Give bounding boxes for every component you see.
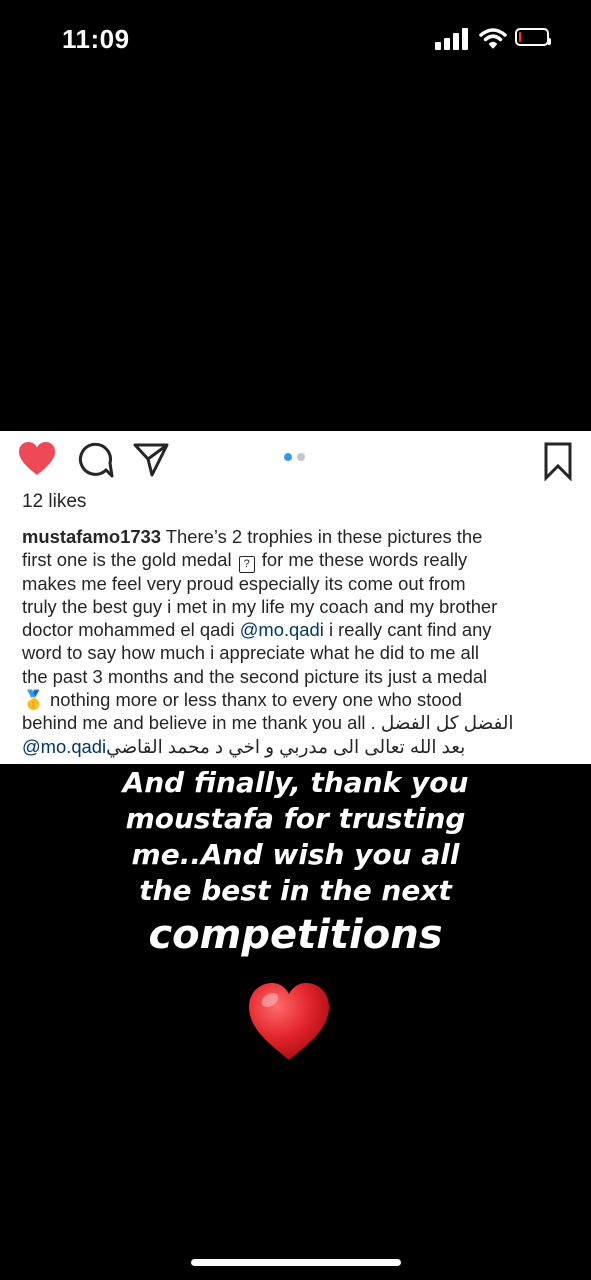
mention-link[interactable]: @mo.qadi — [22, 736, 106, 757]
story-text-line: And finally, thank you — [122, 766, 469, 799]
caption-line: first one is the gold medal ? for me the… — [22, 548, 577, 574]
paper-plane-icon — [133, 443, 169, 477]
caption-line: makes me feel very proud especially its … — [22, 572, 466, 594]
caption-text: first one is the gold medal — [22, 549, 237, 571]
cellular-signal-icon — [435, 26, 469, 50]
post-caption: mustafamo1733 There’s 2 trophies in thes… — [22, 525, 577, 758]
story-text-line: competitions — [148, 912, 443, 958]
likes-count[interactable]: 12 likes — [22, 491, 86, 513]
caption-line: 🥇 nothing more or less thanx to every on… — [22, 688, 577, 711]
caption-line: @mo.qadi بعد الله تعالى الى مدربي و اخي … — [22, 735, 577, 758]
caption-arabic-text: بعد الله تعالى الى مدربي و اخي د محمد ال… — [106, 735, 471, 757]
caption-line: word to say how much i appreciate what h… — [22, 642, 479, 664]
save-button[interactable] — [542, 441, 574, 482]
unknown-glyph-icon: ? — [238, 556, 255, 574]
caption-text: nothing more or less thanx to every one … — [44, 689, 463, 711]
story-text-line: the best in the next — [139, 874, 452, 907]
wifi-icon — [479, 26, 507, 50]
caption-line: the past 3 months and the second picture… — [22, 665, 488, 687]
bookmark-icon — [544, 442, 572, 482]
post-action-row — [0, 431, 591, 491]
caption-line: mustafamo1733 There’s 2 trophies in thes… — [22, 525, 577, 548]
carousel-dot — [297, 453, 305, 461]
post-card: 12 likes mustafamo1733 There’s 2 trophie… — [0, 431, 591, 764]
caption-line: doctor mohammed el qadi @mo.qadi i reall… — [22, 618, 577, 641]
battery-level — [519, 32, 521, 42]
caption-text: i really cant find any — [323, 619, 492, 641]
caption-line: behind me and believe in me thank you al… — [22, 711, 577, 734]
battery-icon — [515, 28, 551, 46]
heart-filled-icon — [19, 442, 55, 475]
caption-text: for me these words really — [256, 549, 468, 571]
mention-link[interactable]: @mo.qadi — [240, 619, 324, 640]
story-text-overlay: And finally, thank you moustafa for trus… — [0, 765, 591, 961]
status-bar: 11:09 — [0, 0, 591, 80]
caption-text: doctor mohammed el qadi — [22, 619, 240, 641]
caption-text: behind me and believe in me thank you al… — [22, 712, 381, 734]
gold-medal-icon: 🥇 — [22, 689, 45, 711]
caption-arabic-text: الفضل كل الفضل — [380, 712, 514, 734]
comment-button[interactable] — [76, 441, 114, 479]
comment-icon — [78, 442, 114, 478]
like-button[interactable] — [18, 441, 56, 477]
story-text-line: moustafa for trusting — [125, 802, 466, 835]
carousel-dot-active — [284, 453, 292, 461]
caption-username[interactable]: mustafamo1733 — [22, 526, 161, 547]
red-heart-emoji-icon — [246, 980, 332, 1064]
caption-text: There’s 2 trophies in these pictures the — [161, 526, 483, 547]
caption-line: truly the best guy i met in my life my c… — [22, 595, 498, 617]
status-time: 11:09 — [62, 24, 130, 54]
share-button[interactable] — [132, 441, 170, 479]
story-text-line: me..And wish you all — [131, 838, 460, 871]
home-indicator[interactable] — [191, 1259, 401, 1266]
